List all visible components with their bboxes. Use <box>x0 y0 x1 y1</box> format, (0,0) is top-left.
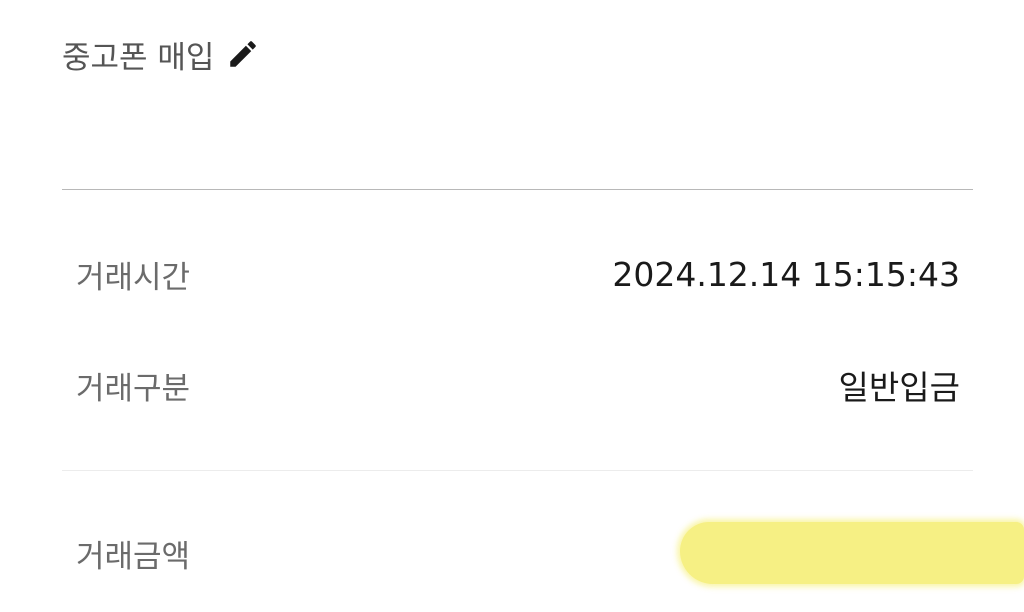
memo-row: 중고폰 매입 <box>62 30 260 78</box>
section-divider <box>62 189 973 190</box>
row-divider <box>62 470 973 471</box>
transaction-time-value: 2024.12.14 15:15:43 <box>612 254 960 294</box>
pencil-icon[interactable] <box>226 37 260 71</box>
transaction-type-value: 일반입금 <box>838 368 960 407</box>
transaction-time-row: 거래시간 2024.12.14 15:15:43 <box>76 249 960 299</box>
transaction-type-row: 거래구분 일반입금 <box>76 360 960 410</box>
transaction-time-label: 거래시간 <box>76 259 191 296</box>
transaction-type-label: 거래구분 <box>76 370 191 407</box>
amount-redaction-highlight <box>680 522 1024 584</box>
memo-text: 중고폰 매입 <box>62 39 215 76</box>
transaction-amount-label: 거래금액 <box>76 538 191 575</box>
